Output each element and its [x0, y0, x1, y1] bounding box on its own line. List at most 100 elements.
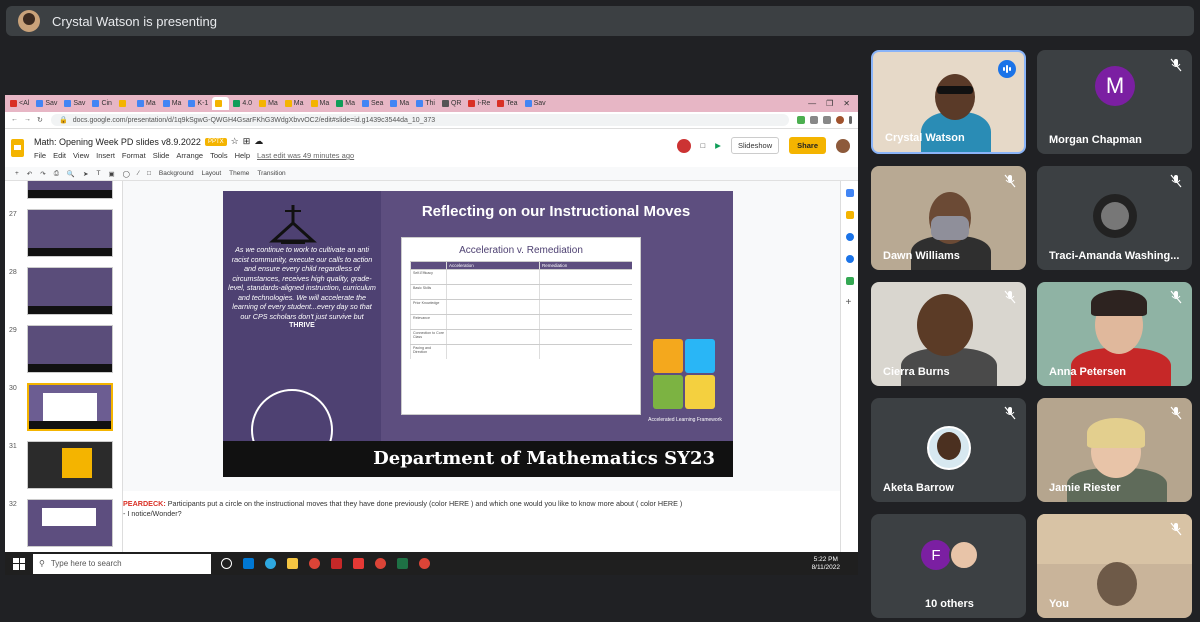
- select-icon[interactable]: ➤: [83, 170, 88, 178]
- browser-tab[interactable]: Ma: [256, 97, 281, 110]
- line-icon[interactable]: ∕: [138, 170, 139, 177]
- share-button[interactable]: Share: [789, 137, 826, 154]
- browser-tab[interactable]: i-Re: [465, 97, 493, 110]
- browser-tab[interactable]: Ma: [282, 97, 307, 110]
- browser-tab[interactable]: Sav: [522, 97, 549, 110]
- browser-tab[interactable]: Sav: [33, 97, 60, 110]
- browser-tab[interactable]: Ma: [160, 97, 185, 110]
- participant-tile[interactable]: Cierra Burns: [871, 282, 1026, 386]
- browser-tab[interactable]: QR: [439, 97, 465, 110]
- back-icon[interactable]: ←: [11, 116, 18, 124]
- menu-file[interactable]: File: [34, 151, 46, 160]
- cloud-icon[interactable]: ☁: [254, 136, 263, 147]
- slide-thumbnail[interactable]: [27, 325, 113, 373]
- extension-icon[interactable]: [797, 116, 805, 124]
- participant-tile[interactable]: M Morgan Chapman: [1037, 50, 1192, 154]
- speaker-notes[interactable]: PEARDECK: Participants put a circle on t…: [123, 499, 823, 519]
- browser-tab[interactable]: Cin: [89, 97, 115, 110]
- image-icon[interactable]: ▣: [108, 170, 114, 178]
- star-icon[interactable]: ☆: [231, 136, 239, 147]
- participant-tile[interactable]: Traci-Amanda Washing...: [1037, 166, 1192, 270]
- browser-tab[interactable]: Sav: [61, 97, 88, 110]
- task-view-icon[interactable]: [221, 558, 232, 569]
- zoom-icon[interactable]: 🔍: [67, 170, 75, 178]
- menu-edit[interactable]: Edit: [53, 151, 66, 160]
- participant-tile[interactable]: Anna Petersen: [1037, 282, 1192, 386]
- excel-icon[interactable]: [397, 558, 408, 569]
- browser-tab[interactable]: K-1: [185, 97, 211, 110]
- participant-tile-self[interactable]: You: [1037, 514, 1192, 618]
- slide-thumbnail-row[interactable]: 31: [9, 441, 113, 489]
- background-button[interactable]: Background: [159, 170, 194, 177]
- browser-tab[interactable]: <Al: [7, 97, 32, 110]
- slide-thumbnail-row-active[interactable]: 30: [9, 383, 113, 431]
- keep-icon[interactable]: [845, 211, 854, 219]
- reload-icon[interactable]: ↻: [37, 116, 43, 124]
- slide-thumbnail[interactable]: [27, 441, 113, 489]
- browser-tab[interactable]: Sea: [359, 97, 386, 110]
- taskbar-search-input[interactable]: ⚲ Type here to search: [33, 553, 211, 574]
- restore-icon[interactable]: ❐: [826, 99, 833, 108]
- menu-help[interactable]: Help: [235, 151, 250, 160]
- slide-thumbnail-active[interactable]: [27, 383, 113, 431]
- participant-tile[interactable]: Crystal Watson: [871, 50, 1026, 154]
- contacts-icon[interactable]: [845, 255, 854, 263]
- bookmark-icon[interactable]: [823, 116, 831, 124]
- browser-tab[interactable]: Ma: [387, 97, 412, 110]
- transition-button[interactable]: Transition: [257, 170, 285, 177]
- browser-tab[interactable]: 4.0: [230, 97, 255, 110]
- browser-tab[interactable]: [116, 97, 133, 110]
- slide-thumbnail[interactable]: [27, 181, 113, 199]
- mail-icon[interactable]: [243, 558, 254, 569]
- slide-thumbnail-row[interactable]: 27: [9, 209, 113, 257]
- meet-icon[interactable]: ▶: [715, 141, 721, 150]
- chrome-icon[interactable]: [309, 558, 320, 569]
- menu-slide[interactable]: Slide: [153, 151, 170, 160]
- menu-dots-icon[interactable]: [849, 116, 852, 124]
- redo-icon[interactable]: ↷: [40, 170, 45, 178]
- acrobat-icon[interactable]: [353, 558, 364, 569]
- calendar-icon[interactable]: [845, 189, 854, 197]
- windows-start-icon[interactable]: [13, 557, 25, 570]
- browser-tab[interactable]: Ma: [308, 97, 333, 110]
- slide-thumbnail-row[interactable]: 29: [9, 325, 113, 373]
- maps-icon[interactable]: [845, 277, 854, 285]
- url-input[interactable]: 🔒 docs.google.com/presentation/d/1q9kSgwG…: [51, 114, 789, 126]
- add-addon-icon[interactable]: +: [846, 298, 854, 308]
- participant-tile[interactable]: Jamie Riester: [1037, 398, 1192, 502]
- slide-filmstrip[interactable]: 27 28 29 30 31 32: [5, 181, 123, 575]
- slide-thumbnail[interactable]: [27, 499, 113, 547]
- tasks-icon[interactable]: [845, 233, 854, 241]
- minimize-icon[interactable]: —: [808, 99, 816, 108]
- current-slide[interactable]: As we continue to work to cultivate an a…: [223, 191, 733, 477]
- new-slide-icon[interactable]: +: [15, 170, 19, 177]
- profile-icon[interactable]: [836, 116, 844, 124]
- menu-insert[interactable]: Insert: [96, 151, 115, 160]
- puzzle-icon[interactable]: [810, 116, 818, 124]
- menu-arrange[interactable]: Arrange: [176, 151, 203, 160]
- slides-logo-icon[interactable]: [11, 139, 24, 157]
- browser-tab[interactable]: Thi: [413, 97, 438, 110]
- undo-icon[interactable]: ↶: [27, 170, 32, 178]
- menu-format[interactable]: Format: [122, 151, 146, 160]
- forward-icon[interactable]: →: [24, 116, 31, 124]
- user-avatar[interactable]: [836, 138, 850, 153]
- slide-thumbnail-row[interactable]: 28: [9, 267, 113, 315]
- textbox-icon[interactable]: T: [96, 170, 100, 177]
- shape-icon[interactable]: ◯: [123, 170, 130, 178]
- comment-add-icon[interactable]: □: [147, 170, 151, 177]
- chrome-icon[interactable]: [419, 558, 430, 569]
- browser-tab[interactable]: Ma: [134, 97, 159, 110]
- slide-thumbnail[interactable]: [27, 209, 113, 257]
- slide-canvas[interactable]: As we continue to work to cultivate an a…: [123, 181, 840, 491]
- print-icon[interactable]: ⎙: [54, 170, 59, 178]
- move-icon[interactable]: ⊞: [243, 136, 251, 147]
- slideshow-button[interactable]: Slideshow: [730, 137, 780, 154]
- edge-icon[interactable]: [265, 558, 276, 569]
- close-icon[interactable]: ✕: [843, 99, 850, 108]
- slide-thumbnail[interactable]: [27, 267, 113, 315]
- menu-view[interactable]: View: [73, 151, 89, 160]
- others-tile[interactable]: F 10 others: [871, 514, 1026, 618]
- explorer-icon[interactable]: [287, 558, 298, 569]
- doc-title[interactable]: Math: Opening Week PD slides v8.9.2022: [34, 137, 201, 147]
